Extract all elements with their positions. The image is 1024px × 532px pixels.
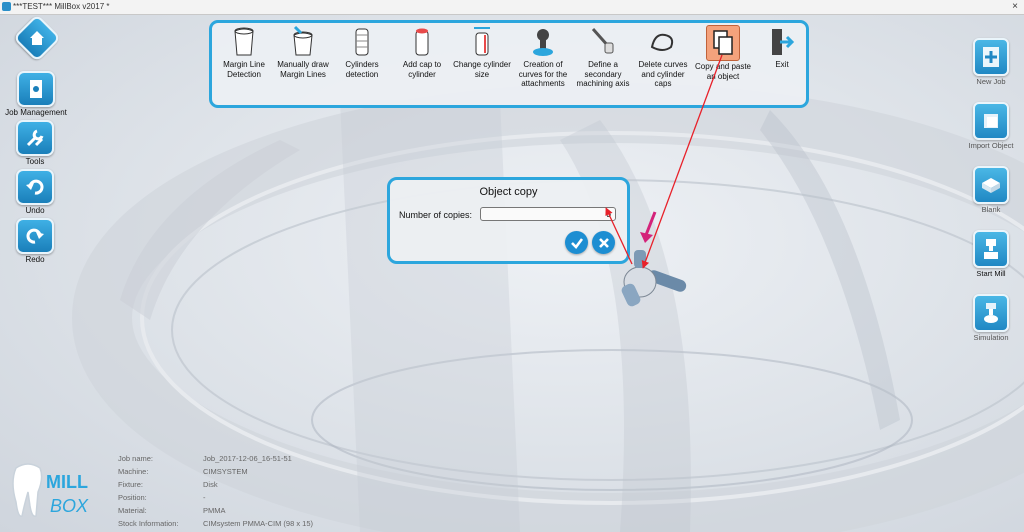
- add-cap-icon: [415, 28, 429, 56]
- document-icon: [30, 80, 42, 98]
- job-management-button[interactable]: Job Management: [1, 71, 71, 117]
- svg-text:BOX: BOX: [50, 496, 89, 516]
- new-job-label: New Job: [976, 77, 1006, 86]
- dialog-title: Object copy: [479, 186, 538, 198]
- import-icon: [984, 114, 998, 128]
- undo-icon: [26, 179, 44, 195]
- start-mill-label: Start Mill: [976, 269, 1006, 278]
- tools-label: Tools: [25, 157, 45, 166]
- confirm-button[interactable]: [565, 231, 588, 254]
- millbox-logo: MILL BOX: [12, 463, 89, 518]
- blank-button[interactable]: Blank: [961, 166, 1021, 214]
- home-icon: [30, 31, 44, 45]
- wrench-icon: [26, 129, 44, 147]
- simulation-label: Simulation: [973, 333, 1009, 342]
- delete-curves-button[interactable]: Delete curves and cylinder caps: [633, 25, 693, 89]
- object-copy-dialog: Object copy Number of copies:: [387, 177, 630, 264]
- add-cap-to-cylinder-button[interactable]: Add cap to cylinder: [392, 25, 452, 79]
- creation-of-curves-button[interactable]: Creation of curves for the attachments: [513, 25, 573, 89]
- copy-paste-icon: [713, 30, 733, 55]
- simulation-button[interactable]: Simulation: [961, 294, 1021, 342]
- number-of-copies-input[interactable]: [480, 207, 616, 221]
- simulation-icon: [984, 303, 998, 323]
- import-object-button[interactable]: Import Object: [961, 102, 1021, 150]
- delete-curve-icon: [650, 33, 674, 51]
- tool-panel: Margin Line Detection Manually draw Marg…: [209, 20, 809, 108]
- manually-draw-margin-lines-button[interactable]: Manually draw Margin Lines: [273, 25, 333, 79]
- mill-icon: [984, 239, 998, 259]
- undo-label: Undo: [25, 206, 45, 215]
- resize-cylinder-icon: [474, 27, 490, 56]
- define-secondary-axis-button[interactable]: Define a secondary machining axis: [573, 25, 633, 89]
- exit-button[interactable]: Exit: [752, 25, 812, 70]
- tools-button[interactable]: Tools: [0, 120, 70, 166]
- close-icon: [598, 237, 609, 248]
- new-job-button[interactable]: New Job: [961, 38, 1021, 86]
- cancel-button[interactable]: [592, 231, 615, 254]
- undo-button[interactable]: Undo: [0, 169, 70, 215]
- blank-icon: [982, 178, 1000, 193]
- axis-icon: [591, 28, 614, 54]
- redo-label: Redo: [25, 255, 45, 264]
- redo-icon: [26, 228, 44, 244]
- import-object-label: Import Object: [968, 141, 1014, 150]
- draw-margin-icon: [293, 25, 313, 56]
- job-management-label: Job Management: [5, 108, 67, 117]
- margin-line-detection-button[interactable]: Margin Line Detection: [214, 25, 274, 79]
- attachment-curve-icon: [533, 29, 553, 56]
- copy-paste-object-button[interactable]: Copy and paste an object: [693, 25, 753, 81]
- change-cylinder-size-button[interactable]: Change cylinder size: [452, 25, 512, 79]
- svg-text:MILL: MILL: [46, 472, 88, 492]
- plus-icon: [983, 47, 999, 67]
- redo-button[interactable]: Redo: [0, 218, 70, 264]
- blank-label: Blank: [981, 205, 1001, 214]
- home-button[interactable]: [2, 13, 72, 63]
- cylinder-detect-icon: [355, 28, 369, 56]
- margin-line-icon: [234, 27, 254, 56]
- cylinders-detection-button[interactable]: Cylinders detection: [332, 25, 392, 79]
- checkmark-icon: [570, 237, 583, 249]
- exit-icon: [772, 29, 795, 55]
- number-of-copies-label: Number of copies:: [399, 210, 473, 220]
- start-mill-button[interactable]: Start Mill: [961, 230, 1021, 278]
